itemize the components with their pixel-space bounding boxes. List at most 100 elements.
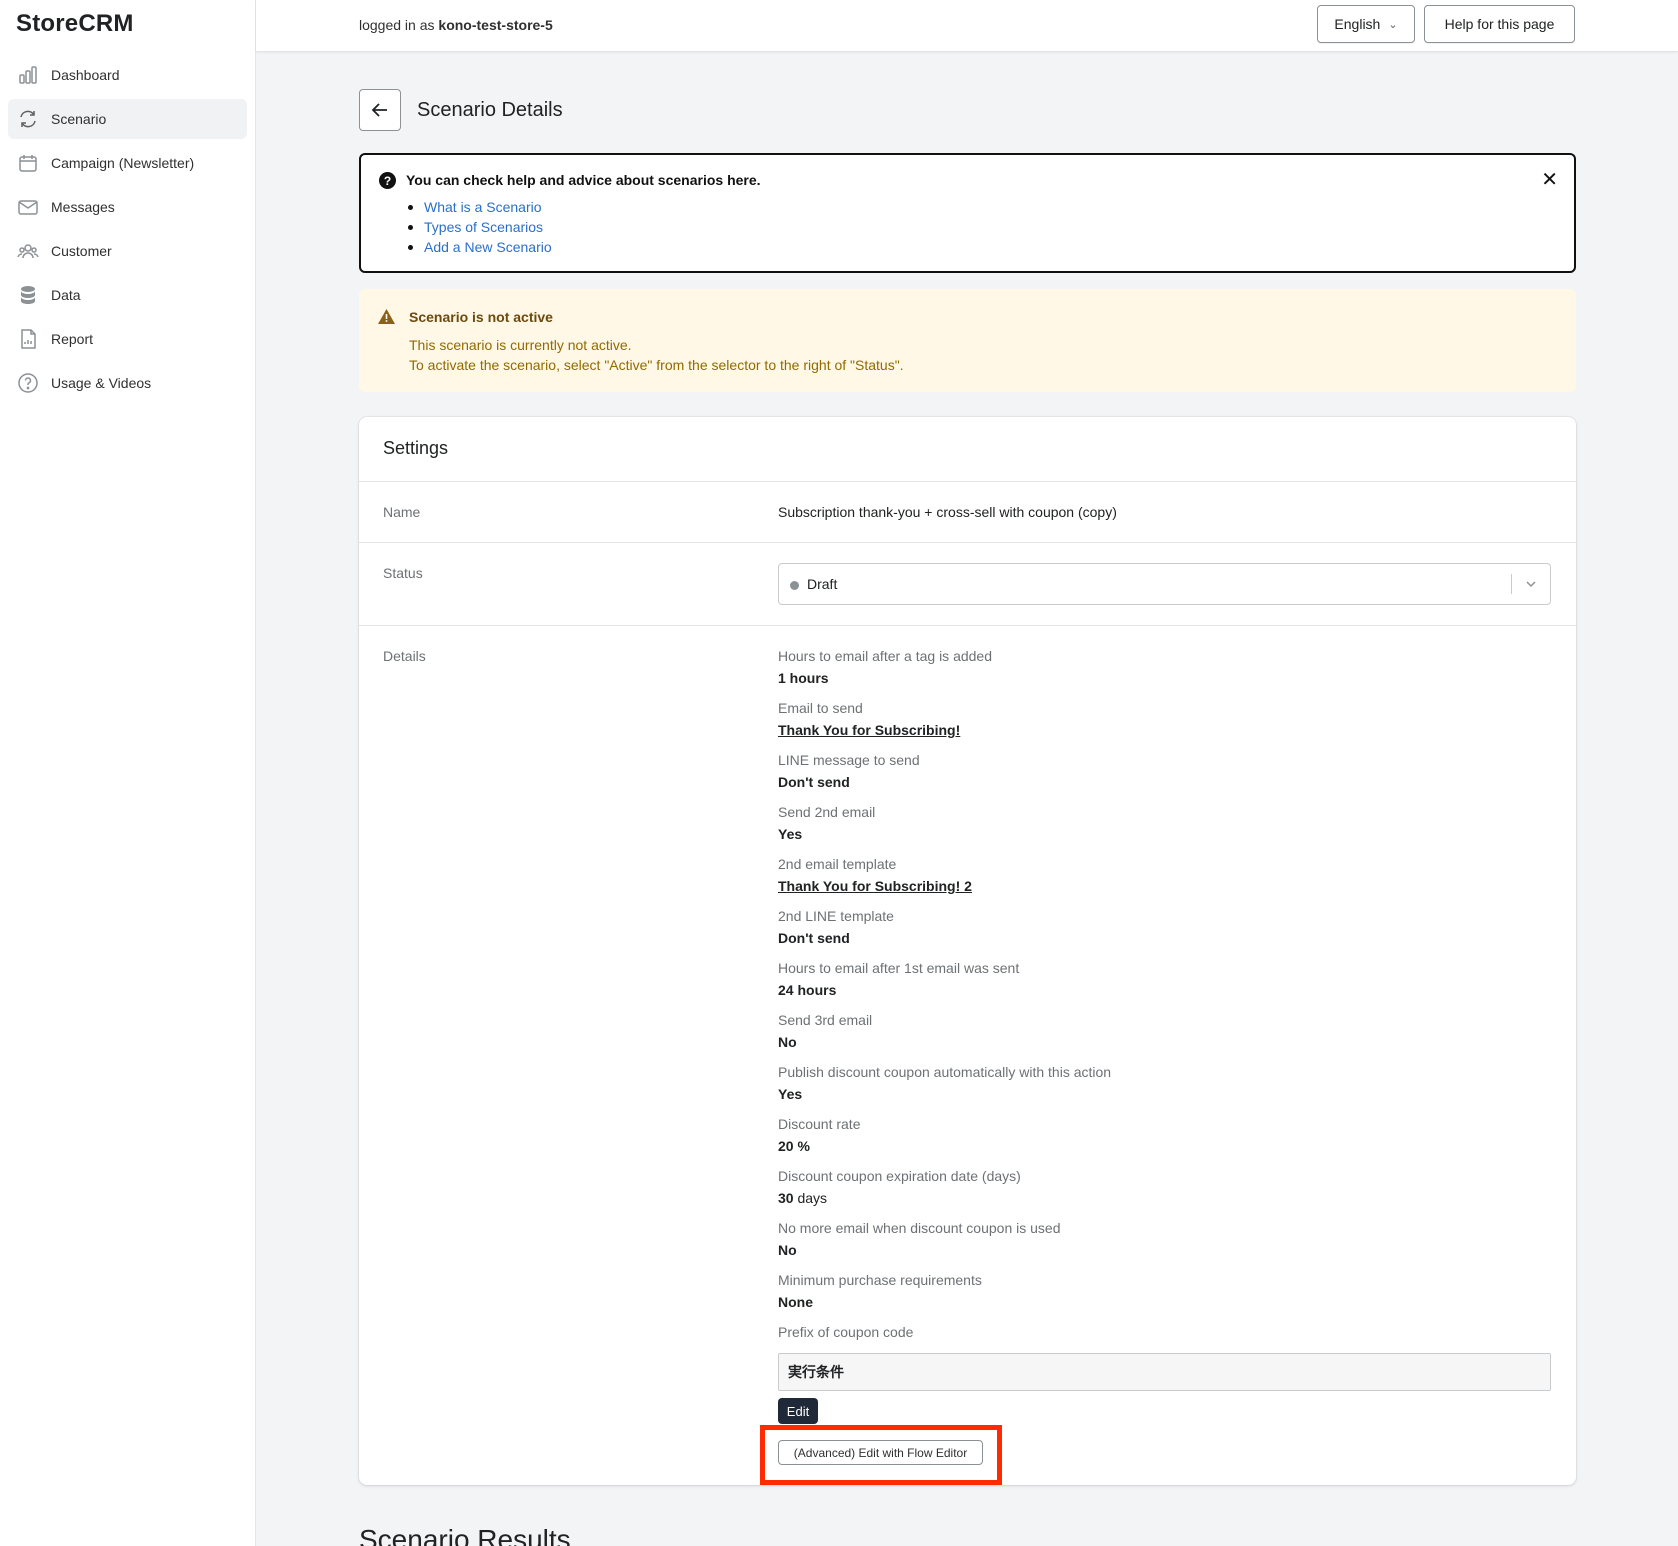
question-circle-icon [17, 372, 39, 394]
app-logo: StoreCRM [16, 10, 134, 37]
sidebar-item-label: Customer [51, 243, 112, 259]
mail-icon [17, 196, 39, 218]
detail-number: 30 [778, 1190, 794, 1206]
sidebar-item-label: Messages [51, 199, 115, 215]
warning-icon [378, 309, 395, 324]
status-select[interactable]: Draft [778, 563, 1551, 605]
edit-button[interactable]: Edit [778, 1398, 818, 1424]
detail-line-message: LINE message to send Don't send [778, 750, 920, 792]
detail-value: 24 hours [778, 982, 837, 998]
warning-text: This scenario is currently not active. [409, 337, 632, 353]
close-icon[interactable]: ✕ [1541, 170, 1558, 190]
detail-hours-after-1st-email: Hours to email after 1st email was sent … [778, 958, 1019, 1000]
detail-label: 2nd email template [778, 856, 897, 872]
detail-label: Discount rate [778, 1116, 861, 1132]
select-separator [1511, 574, 1512, 594]
detail-label: Publish discount coupon automatically wi… [778, 1064, 1112, 1080]
inactive-warning-banner: Scenario is not active This scenario is … [359, 289, 1576, 392]
coupon-prefix-field: 実行条件 [778, 1353, 1551, 1391]
chevron-down-icon [1526, 581, 1536, 588]
help-links: What is a Scenario Types of Scenarios Ad… [408, 197, 552, 257]
detail-discount-rate: Discount rate 20 % [778, 1114, 860, 1156]
sidebar-item-customer[interactable]: Customer [8, 231, 247, 271]
warning-title: Scenario is not active [409, 309, 553, 325]
detail-value: Don't send [778, 774, 850, 790]
calendar-icon [17, 152, 39, 174]
detail-stop-when-coupon-used: No more email when discount coupon is us… [778, 1218, 1061, 1260]
list-item: What is a Scenario [408, 197, 552, 217]
detail-value: 20 % [778, 1138, 810, 1154]
help-link-types-of-scenarios[interactable]: Types of Scenarios [424, 219, 543, 235]
sidebar-item-messages[interactable]: Messages [8, 187, 247, 227]
detail-coupon-prefix: Prefix of coupon code [778, 1322, 913, 1342]
settings-title: Settings [383, 438, 449, 458]
sidebar-item-label: Campaign (Newsletter) [51, 155, 195, 171]
detail-hours-after-tag: Hours to email after a tag is added 1 ho… [778, 646, 992, 688]
language-label: English [1334, 16, 1381, 32]
detail-label: Discount coupon expiration date (days) [778, 1168, 1021, 1184]
results-title: Scenario Results [359, 1524, 571, 1546]
top-bar: logged in as kono-test-store-5 English ⌄… [256, 0, 1678, 52]
database-icon [17, 284, 39, 306]
detail-send-2nd-email: Send 2nd email Yes [778, 802, 875, 844]
sidebar-item-label: Data [51, 287, 81, 303]
sidebar-nav: Dashboard Scenario Campaign (Newsletter)… [8, 55, 247, 407]
sidebar-item-label: Report [51, 331, 94, 347]
detail-minimum-purchase: Minimum purchase requirements None [778, 1270, 982, 1312]
detail-label: Hours to email after 1st email was sent [778, 960, 1020, 976]
sidebar-item-campaign[interactable]: Campaign (Newsletter) [8, 143, 247, 183]
name-label: Name [383, 504, 421, 520]
status-value: Draft [807, 576, 838, 592]
detail-publish-coupon: Publish discount coupon automatically wi… [778, 1062, 1111, 1104]
email-template-link[interactable]: Thank You for Subscribing! 2 [778, 876, 972, 896]
help-heading: You can check help and advice about scen… [406, 172, 761, 188]
detail-value: Yes [778, 826, 803, 842]
sidebar-item-usage[interactable]: Usage & Videos [8, 363, 247, 403]
help-banner: ? You can check help and advice about sc… [359, 153, 1576, 273]
divider [359, 542, 1576, 543]
help-link-what-is-scenario[interactable]: What is a Scenario [424, 199, 542, 215]
customers-icon [17, 240, 39, 262]
help-link-add-new-scenario[interactable]: Add a New Scenario [424, 239, 552, 255]
details-label: Details [383, 648, 426, 664]
detail-unit: days [793, 1190, 828, 1206]
detail-label: Send 3rd email [778, 1012, 873, 1028]
detail-label: Prefix of coupon code [778, 1324, 914, 1340]
detail-label: Send 2nd email [778, 804, 876, 820]
detail-value: No [778, 1242, 797, 1258]
detail-value: None [778, 1294, 813, 1310]
store-name: kono-test-store-5 [438, 17, 553, 33]
detail-2nd-email-template: 2nd email template Thank You for Subscri… [778, 854, 972, 896]
sidebar: StoreCRM Dashboard Scenario Campaign (Ne… [0, 0, 256, 1546]
detail-label: LINE message to send [778, 752, 920, 768]
sidebar-item-scenario[interactable]: Scenario [8, 99, 247, 139]
detail-label: No more email when discount coupon is us… [778, 1220, 1061, 1236]
arrow-left-icon [371, 103, 387, 117]
logged-in-prefix: logged in as [359, 17, 435, 33]
language-select[interactable]: English ⌄ [1317, 5, 1415, 43]
sidebar-item-dashboard[interactable]: Dashboard [8, 55, 247, 95]
detail-value: 1 hours [778, 670, 829, 686]
detail-value: 30 days [778, 1188, 1021, 1208]
back-button[interactable] [359, 89, 401, 131]
help-page-button[interactable]: Help for this page [1424, 5, 1575, 43]
status-label: Status [383, 565, 423, 581]
email-template-link[interactable]: Thank You for Subscribing! [778, 720, 960, 740]
detail-coupon-expiration: Discount coupon expiration date (days) 3… [778, 1166, 1021, 1208]
chevron-down-icon: ⌄ [1388, 18, 1398, 31]
detail-label: 2nd LINE template [778, 908, 894, 924]
page-title: Scenario Details [417, 99, 563, 121]
detail-value: Don't send [778, 930, 850, 946]
flow-editor-button[interactable]: (Advanced) Edit with Flow Editor [778, 1440, 983, 1465]
detail-label: Email to send [778, 700, 863, 716]
list-item: Add a New Scenario [408, 237, 552, 257]
detail-label: Minimum purchase requirements [778, 1272, 982, 1288]
warning-instruction: To activate the scenario, select "Active… [409, 357, 904, 373]
sidebar-item-report[interactable]: Report [8, 319, 247, 359]
status-dot [790, 581, 799, 590]
divider [359, 625, 1576, 626]
sidebar-item-data[interactable]: Data [8, 275, 247, 315]
detail-send-3rd-email: Send 3rd email No [778, 1010, 872, 1052]
refresh-icon [17, 108, 39, 130]
divider [359, 481, 1576, 482]
